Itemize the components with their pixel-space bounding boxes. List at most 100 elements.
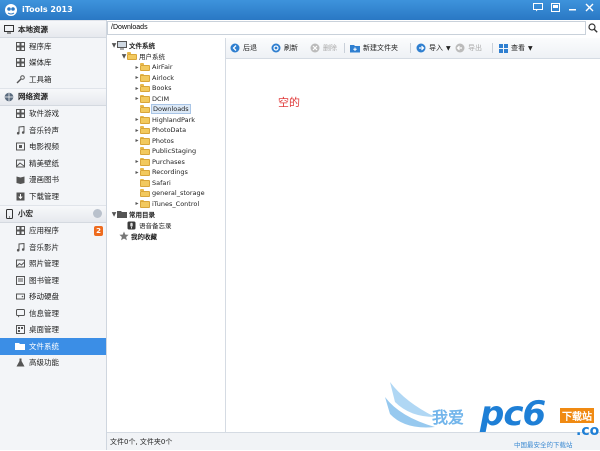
view-button[interactable]: 查看 ▼ [498,42,533,54]
watermark-caption: 中国最安全的下载站 [514,441,573,449]
search-icon[interactable] [588,23,598,33]
star-icon [119,231,129,241]
tree-label: 语音备忘录 [139,222,172,230]
tree-node-folder[interactable]: ▸ Purchases [134,157,185,167]
sidebar-item-desktop-manager[interactable]: 桌面管理 [0,322,106,339]
folder-icon [140,73,150,82]
sidebar-item-toolbox[interactable]: 工具箱 [0,71,106,88]
wing-logo-icon [385,382,435,428]
tree-node-folder[interactable]: ▸ HighlandPark [134,115,195,125]
tree-node-folder[interactable]: ▸ Recordings [134,167,188,177]
delete-button[interactable]: 删除 [310,42,337,54]
sidebar-item-label: 工具箱 [29,74,52,84]
back-button[interactable]: 后退 [230,42,257,54]
sidebar-item-wallpapers[interactable]: 精美壁纸 [0,155,106,172]
import-button[interactable]: 导入 ▼ [416,42,451,54]
sidebar-item-message-manager[interactable]: 信息管理 [0,305,106,322]
tree-label: Recordings [152,168,188,176]
tree-node-filesystem[interactable]: ▼ 文件系统 [111,40,155,50]
tree-node-user-system[interactable]: ▼ 用户系统 [121,51,165,61]
tree-label: Books [152,84,172,92]
tree-label: 文件系统 [129,42,155,50]
folder-icon [140,105,150,113]
grid-icon [15,109,25,119]
settings-icon[interactable] [93,208,102,218]
section-title: 本地资源 [18,24,48,34]
tree-label: general_storage [152,189,205,197]
minimize-icon[interactable] [565,3,579,16]
sidebar-item-movies-videos[interactable]: 电影视频 [0,139,106,156]
new-folder-button[interactable]: 新建文件夹 [350,42,398,54]
tree-node-favorites[interactable]: 我的收藏 [119,231,157,241]
photo-icon [15,259,25,269]
tree-node-folder[interactable]: ▸ PhotoData [134,125,186,135]
tree-label: DCIM [152,94,170,103]
section-local-resources[interactable]: 本地资源 [0,20,106,38]
sidebar-item-music-movies[interactable]: 音乐影片 [0,239,106,256]
book-icon [15,175,25,185]
tree-label: HighlandPark [152,115,196,124]
dropdown-arrow-icon: ▼ [528,44,533,52]
sidebar-item-label: 移动硬盘 [29,292,59,302]
folder-icon [15,341,25,351]
sidebar-item-mobile-drive[interactable]: 移动硬盘 [0,289,106,306]
sidebar: 本地资源 程序库 媒体库 工具箱 网络资源 软件游戏 音乐铃声 电影视频 精美壁… [0,20,107,450]
sidebar-item-label: 软件游戏 [29,109,59,119]
sidebar-item-software-games[interactable]: 软件游戏 [0,106,106,123]
tree-label: 常用目录 [129,211,155,219]
tree-label: 我的收藏 [131,233,157,241]
export-button[interactable]: 导出 [455,42,482,54]
refresh-button[interactable]: 刷新 [271,42,298,54]
restore-icon[interactable] [548,3,562,16]
tree-label: AirFair [152,63,173,71]
tree-node-folder[interactable]: Safari [134,178,171,188]
phone-icon [4,208,14,219]
tree-node-voice-memos[interactable]: 语音备忘录 [127,220,172,230]
folder-icon [117,211,127,218]
update-count-badge: 2 [94,225,103,236]
dropdown-arrow-icon: ▼ [446,44,451,52]
sidebar-item-label: 漫画图书 [29,175,59,185]
tree-label: Photos [152,136,174,145]
tree-node-folder-selected[interactable]: Downloads [134,104,191,114]
section-device[interactable]: 小宏 [0,204,106,223]
tree-node-folder[interactable]: ▸ DCIM [134,94,169,104]
sidebar-item-label: 电影视频 [29,142,59,152]
tree-node-folder[interactable]: PublicStaging [134,146,196,156]
sidebar-item-photo-manager[interactable]: 照片管理 [0,256,106,273]
empty-folder-text: 空的 [278,96,300,109]
sidebar-item-advanced-features[interactable]: 高级功能 [0,355,106,372]
tree-node-folder[interactable]: general_storage [134,188,205,198]
section-title: 网络资源 [18,92,48,101]
tree-node-folder[interactable]: ▸ AirFair [134,62,173,72]
path-input[interactable] [107,21,586,35]
music-icon [15,125,25,135]
sidebar-item-file-system[interactable]: 文件系统 [0,338,106,355]
tree-node-common-dirs[interactable]: ▼ 常用目录 [111,209,155,220]
sidebar-item-applications[interactable]: 应用程序 2 [0,223,106,240]
sidebar-item-label: 精美壁纸 [29,158,59,168]
tree-label: iTunes_Control [152,199,200,208]
tree-node-folder[interactable]: ▸ Photos [134,136,174,146]
folder-icon [140,126,150,134]
sidebar-item-media-library[interactable]: 媒体库 [0,55,106,72]
close-icon[interactable] [582,3,596,16]
sidebar-item-music-ringtones[interactable]: 音乐铃声 [0,122,106,139]
watermark-slogan: 我爱 [432,408,465,427]
sidebar-item-label: 文件系统 [29,341,59,351]
sidebar-item-label: 程序库 [29,41,52,51]
message-icon[interactable] [531,3,545,16]
sidebar-item-comics-books[interactable]: 漫画图书 [0,172,106,189]
book-icon [15,275,25,285]
tree-node-folder[interactable]: ▸ iTunes_Control [134,199,199,209]
section-title: 小宏 [18,209,33,218]
sidebar-item-download-manager[interactable]: 下载管理 [0,188,106,205]
tree-label: Downloads [151,104,191,114]
tree-node-folder[interactable]: ▸ Books [134,83,172,93]
sidebar-item-app-library[interactable]: 程序库 [0,38,106,55]
tree-node-folder[interactable]: ▸ Airlock [134,73,174,83]
tree-label: Safari [152,178,171,187]
sidebar-item-label: 桌面管理 [29,325,59,335]
sidebar-item-book-manager[interactable]: 图书管理 [0,272,106,289]
section-network-resources[interactable]: 网络资源 [0,87,106,106]
